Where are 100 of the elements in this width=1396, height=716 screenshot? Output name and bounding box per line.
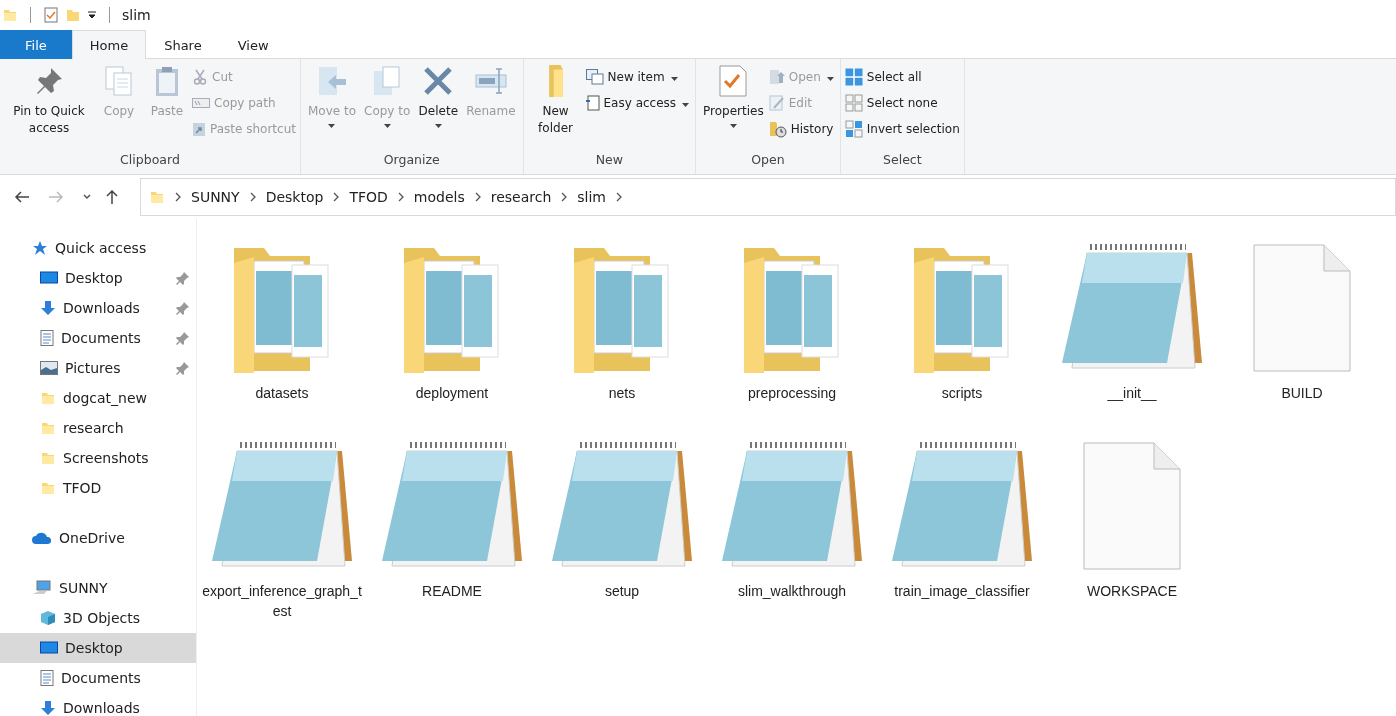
file-item[interactable]: nets [541, 243, 703, 403]
close-icon [422, 65, 455, 97]
ribbon-button[interactable]: Select all [844, 66, 960, 88]
chevron-right-icon[interactable] [560, 192, 569, 202]
nav-item[interactable]: Documents [0, 663, 196, 693]
scissors-icon [192, 69, 208, 85]
nav-item[interactable]: 3D Objects [0, 603, 196, 633]
ribbon-tab[interactable]: Home [71, 30, 147, 59]
nav-item[interactable]: Downloads [0, 293, 196, 323]
ribbon-button[interactable]: Pin to Quick access [4, 63, 94, 152]
chevron-down-icon[interactable] [82, 192, 92, 202]
document-icon [40, 670, 54, 686]
star-icon [32, 240, 48, 256]
computer-icon [32, 580, 52, 596]
grid-invert-icon [844, 120, 863, 138]
file-item[interactable]: __init__ [1051, 243, 1213, 403]
group-label: Clipboard [119, 152, 181, 169]
nav-item[interactable]: Documents [0, 323, 196, 353]
ribbon-button[interactable]: Easy access [585, 92, 692, 114]
file-item[interactable]: deployment [371, 243, 533, 403]
folder-icon [40, 450, 56, 466]
file-item[interactable]: setup [541, 441, 703, 601]
desktop-icon [40, 271, 58, 285]
rename-field-icon [474, 65, 507, 97]
folder-icon [40, 480, 56, 496]
ribbon-button[interactable]: History [768, 118, 836, 140]
document-icon [585, 95, 600, 111]
blank-file-icon [1252, 243, 1352, 373]
grid-empty-icon [844, 94, 863, 112]
file-item[interactable]: preprocessing [711, 243, 873, 403]
ribbon-tab[interactable]: View [219, 30, 287, 59]
file-item[interactable]: slim_walkthrough [711, 441, 873, 601]
nav-item[interactable]: dogcat_new [0, 383, 196, 413]
picture-icon [40, 361, 58, 375]
chevron-right-icon[interactable] [473, 192, 482, 202]
ribbon-button[interactable]: Delete [415, 63, 462, 152]
download-arrow-icon [40, 300, 56, 316]
ribbon-button[interactable]: Invert selection [844, 118, 960, 140]
file-item[interactable]: train_image_classifier [881, 441, 1043, 601]
file-item[interactable]: WORKSPACE [1051, 441, 1213, 601]
file-item[interactable]: scripts [881, 243, 1043, 403]
chevron-right-icon[interactable] [396, 192, 405, 202]
nav-item[interactable]: TFOD [0, 473, 196, 503]
new-item-icon [585, 69, 604, 85]
clock-folder-icon [768, 120, 787, 138]
nav-item[interactable]: SUNNY [0, 573, 196, 603]
folder-icon [40, 390, 56, 406]
up-arrow-icon[interactable] [104, 189, 120, 205]
nav-item[interactable]: Quick access [0, 233, 196, 263]
file-item[interactable]: README [371, 441, 533, 601]
nav-item[interactable]: Desktop [0, 263, 196, 293]
file-item[interactable]: export_inference_graph_test [201, 441, 363, 621]
folder-icon [548, 65, 563, 97]
breadcrumb-item[interactable]: TFOD [349, 189, 388, 205]
breadcrumb-item[interactable]: slim [577, 189, 606, 205]
path-icon [192, 97, 210, 109]
ribbon-button[interactable]: Properties [700, 63, 767, 152]
file-item[interactable]: BUILD [1221, 243, 1383, 403]
pencil-document-icon [768, 95, 785, 111]
ribbon-button[interactable]: New folder [527, 63, 584, 152]
copy-icon [103, 65, 135, 97]
shortcut-icon [192, 121, 206, 137]
file-item[interactable]: datasets [201, 243, 363, 403]
back-arrow-icon[interactable] [14, 189, 30, 205]
nav-item[interactable]: OneDrive [0, 523, 196, 553]
caret-icon[interactable] [87, 10, 97, 20]
breadcrumb-item[interactable]: models [413, 189, 465, 205]
chevron-right-icon[interactable] [332, 192, 341, 202]
group-label: Open [750, 152, 786, 169]
nav-item[interactable]: Pictures [0, 353, 196, 383]
nav-item[interactable]: Screenshots [0, 443, 196, 473]
download-arrow-icon [40, 700, 56, 716]
open-icon [768, 69, 785, 85]
nav-item[interactable]: research [0, 413, 196, 443]
breadcrumb-item[interactable]: Desktop [265, 189, 324, 205]
desktop-icon [40, 641, 58, 655]
checkmark-document-icon[interactable] [43, 7, 59, 23]
ribbon-tab[interactable]: Share [146, 30, 220, 59]
chevron-right-icon[interactable] [248, 192, 257, 202]
checkmark-document-icon [717, 65, 750, 97]
ribbon-button[interactable]: Select none [844, 92, 960, 114]
chevron-right-icon[interactable] [615, 192, 623, 202]
breadcrumb-item[interactable]: SUNNY [191, 189, 240, 205]
cube-icon [40, 610, 56, 626]
blank-file-icon [1082, 441, 1182, 571]
file-menu-tab[interactable]: File [0, 30, 72, 59]
nav-item[interactable]: Desktop [0, 633, 196, 663]
chevron-right-icon[interactable] [174, 192, 182, 202]
folder-icon [2, 7, 18, 23]
breadcrumb-item[interactable]: research [490, 189, 552, 205]
document-icon [40, 330, 54, 346]
folder-icon [149, 189, 165, 205]
nav-item[interactable]: Downloads [0, 693, 196, 716]
address-bar[interactable]: SUNNY Desktop TFOD models research slim [140, 178, 1396, 216]
ribbon-button[interactable]: New item [585, 66, 692, 88]
group-label: Select [882, 152, 923, 169]
cloud-icon [32, 531, 52, 545]
window-title: slim [122, 7, 151, 23]
folder-icon [40, 420, 56, 436]
group-label: Organize [382, 152, 441, 169]
